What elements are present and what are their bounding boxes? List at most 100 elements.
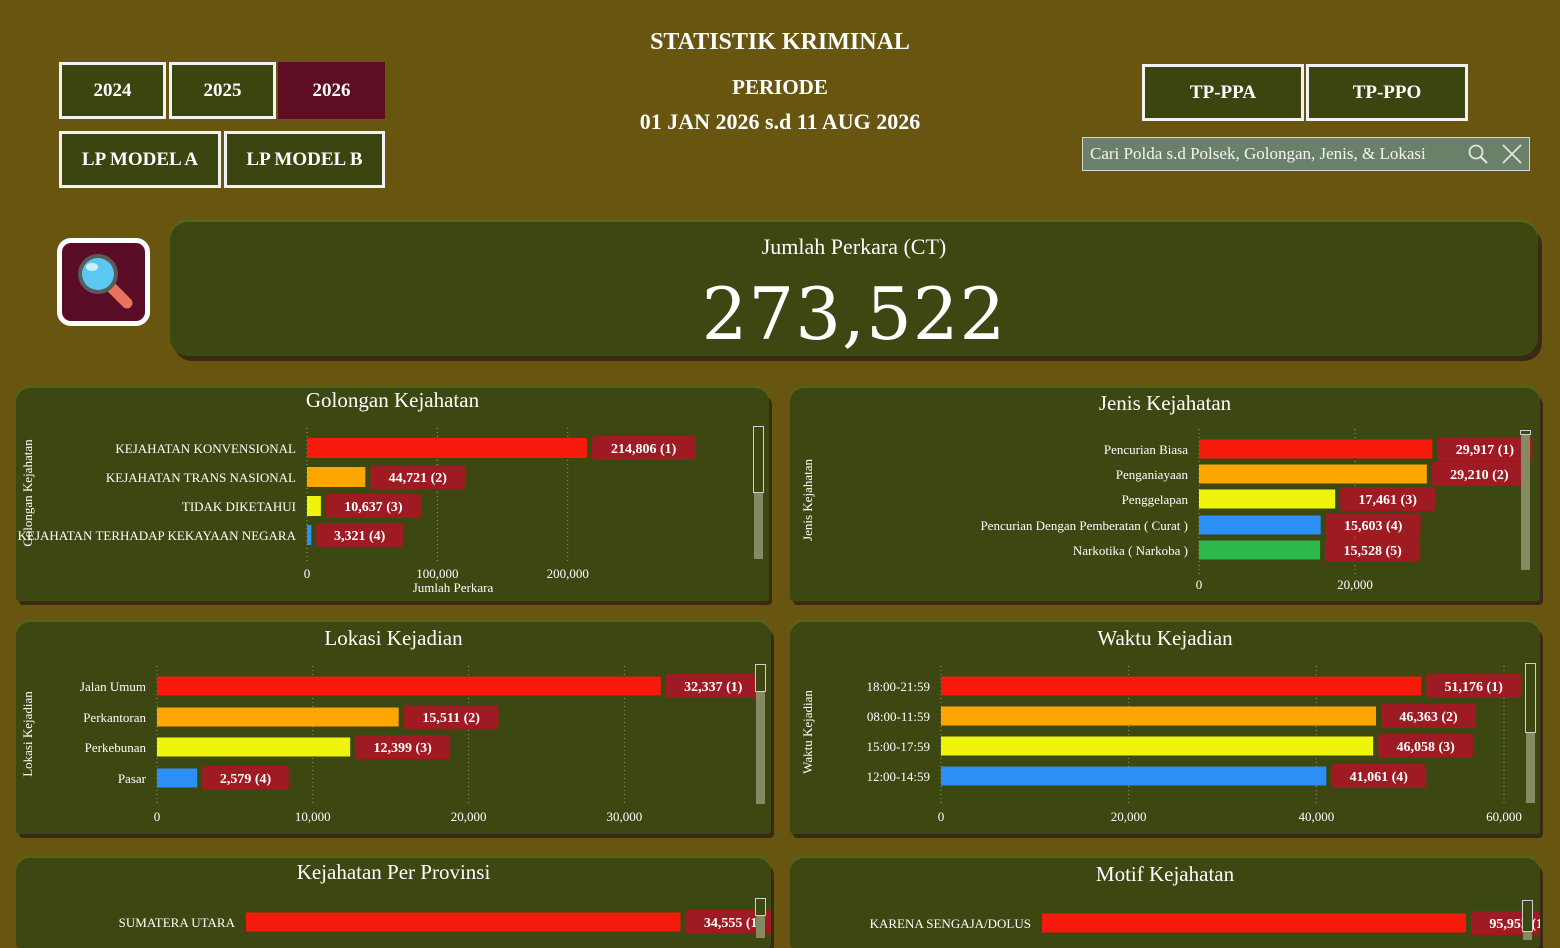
bar[interactable] bbox=[157, 737, 351, 757]
golongan-chart: 0 100,000 200,000 KEJAHATAN KONVENSIONAL 214… bbox=[18, 428, 696, 595]
category-label: Perkebunan bbox=[85, 740, 147, 755]
bar[interactable] bbox=[307, 525, 312, 545]
value-label: 17,461 (3) bbox=[1359, 493, 1418, 508]
value-label: 29,210 (2) bbox=[1450, 468, 1509, 483]
bar[interactable] bbox=[1199, 540, 1321, 560]
x-tick-label: 20,000 bbox=[451, 809, 487, 824]
tp-ppa-button[interactable]: TP-PPA bbox=[1142, 64, 1304, 121]
category-label: KEJAHATAN KONVENSIONAL bbox=[115, 441, 296, 456]
bar[interactable] bbox=[1042, 913, 1467, 933]
value-label: 12,399 (3) bbox=[373, 741, 432, 756]
search-icon[interactable] bbox=[1461, 137, 1495, 171]
x-tick-label: 40,000 bbox=[1298, 809, 1334, 824]
lokasi-scrollbar[interactable] bbox=[755, 664, 766, 804]
x-tick-label: 20,000 bbox=[1111, 809, 1147, 824]
value-label: 46,058 (3) bbox=[1397, 740, 1456, 755]
waktu-scrollbar[interactable] bbox=[1525, 663, 1536, 803]
bar[interactable] bbox=[941, 766, 1327, 786]
clear-icon[interactable] bbox=[1495, 137, 1529, 171]
bar[interactable] bbox=[1199, 515, 1321, 535]
bar[interactable] bbox=[941, 706, 1377, 726]
year-button-2026[interactable]: 2026 bbox=[278, 62, 385, 119]
value-label: 214,806 (1) bbox=[611, 442, 677, 457]
page-title: STATISTIK KRIMINAL bbox=[650, 29, 910, 55]
search-box[interactable]: Cari Polda s.d Polsek, Golongan, Jenis, … bbox=[1082, 137, 1530, 171]
value-label: 34,555 (1) bbox=[704, 916, 763, 931]
provinsi-scrollbar[interactable] bbox=[755, 898, 766, 938]
category-label: 12:00-14:59 bbox=[866, 769, 930, 784]
value-label: 15,511 (2) bbox=[422, 711, 480, 726]
value-label: 44,721 (2) bbox=[389, 471, 448, 486]
x-tick-label: 30,000 bbox=[606, 809, 642, 824]
bar[interactable] bbox=[246, 912, 681, 932]
motif-panel: Motif Kejahatan KARENA SENGAJA/DOLUS 95,9… bbox=[790, 858, 1540, 948]
bar[interactable] bbox=[1199, 464, 1427, 484]
bar[interactable] bbox=[1199, 439, 1433, 459]
category-label: KEJAHATAN TRANS NASIONAL bbox=[106, 470, 296, 485]
bar[interactable] bbox=[307, 496, 321, 516]
category-label: Pasar bbox=[118, 771, 147, 786]
value-label: 2,579 (4) bbox=[220, 772, 272, 787]
value-label: 46,363 (2) bbox=[1399, 710, 1458, 725]
category-label: Pencurian Biasa bbox=[1104, 442, 1188, 457]
y-axis-label: Golongan Kejahatan bbox=[20, 439, 35, 547]
category-label: Jalan Umum bbox=[80, 679, 146, 694]
magnifier-icon bbox=[71, 247, 137, 317]
bar[interactable] bbox=[941, 676, 1422, 696]
x-tick-label: 200,000 bbox=[547, 566, 589, 581]
year-button-2024[interactable]: 2024 bbox=[59, 62, 166, 119]
value-label: 29,917 (1) bbox=[1456, 443, 1515, 458]
bar[interactable] bbox=[1199, 489, 1336, 509]
waktu-chart: 0 20,000 40,000 60,000 18:00-21:59 51,176 (1)… bbox=[800, 666, 1522, 824]
value-label: 3,321 (4) bbox=[334, 529, 386, 544]
bar[interactable] bbox=[941, 736, 1374, 756]
value-label: 15,603 (4) bbox=[1344, 519, 1403, 534]
value-label: 32,337 (1) bbox=[684, 680, 743, 695]
kpi-card: Jumlah Perkara (CT) 273,522 bbox=[170, 222, 1538, 356]
category-label: KEJAHATAN TERHADAP KEKAYAAN NEGARA bbox=[18, 528, 297, 543]
lokasi-chart: 0 10,000 20,000 30,000 Jalan Umum 32,337 (1) P… bbox=[20, 666, 761, 824]
x-tick-label: 100,000 bbox=[416, 566, 458, 581]
lp-model-a-button[interactable]: LP MODEL A bbox=[59, 131, 221, 188]
bar[interactable] bbox=[157, 707, 399, 727]
provinsi-panel: Kejahatan Per Provinsi SUMATERA UTARA 34,… bbox=[16, 858, 771, 948]
x-tick-label: 10,000 bbox=[295, 809, 331, 824]
golongan-scrollbar[interactable] bbox=[753, 426, 764, 559]
jenis-panel: Jenis Kejahatan 0 20,000 Pencurian Biasa 29… bbox=[790, 388, 1540, 601]
bar[interactable] bbox=[307, 438, 588, 458]
search-input[interactable]: Cari Polda s.d Polsek, Golongan, Jenis, … bbox=[1083, 144, 1461, 164]
tp-ppo-button[interactable]: TP-PPO bbox=[1306, 64, 1468, 121]
motif-scrollbar[interactable] bbox=[1522, 900, 1533, 940]
golongan-panel: Golongan Kejahatan 0 100,000 200,000 KEJAHA… bbox=[16, 388, 769, 601]
year-button-2025[interactable]: 2025 bbox=[169, 62, 276, 119]
magnifier-button[interactable] bbox=[57, 238, 150, 326]
y-axis-label: Waktu Kejadian bbox=[800, 690, 815, 774]
bar[interactable] bbox=[157, 676, 661, 696]
category-label: TIDAK DIKETAHUI bbox=[182, 499, 296, 514]
x-tick-label: 0 bbox=[1196, 577, 1203, 592]
category-label: 18:00-21:59 bbox=[866, 679, 930, 694]
bar[interactable] bbox=[307, 467, 366, 487]
category-label: Pencurian Dengan Pemberatan ( Curat ) bbox=[980, 518, 1188, 533]
x-tick-label: 0 bbox=[154, 809, 161, 824]
waktu-panel: Waktu Kejadian 0 20,000 40,000 60,000 18:00-… bbox=[790, 622, 1540, 834]
category-label: Penganiayaan bbox=[1116, 467, 1189, 482]
jenis-scrollbar[interactable] bbox=[1520, 430, 1531, 570]
category-label: Perkantoran bbox=[83, 710, 146, 725]
y-axis-label: Jenis Kejahatan bbox=[800, 459, 815, 541]
bar[interactable] bbox=[157, 768, 198, 788]
kpi-value: 273,522 bbox=[701, 272, 1007, 356]
category-label: Narkotika ( Narkoba ) bbox=[1073, 543, 1188, 558]
category-label: 08:00-11:59 bbox=[867, 709, 930, 724]
lp-model-b-button[interactable]: LP MODEL B bbox=[224, 131, 385, 188]
motif-chart: KARENA SENGAJA/DOLUS95,952 (1) bbox=[870, 911, 1540, 935]
value-label: 51,176 (1) bbox=[1445, 680, 1504, 695]
y-axis-label: Lokasi Kejadian bbox=[20, 691, 35, 777]
jenis-chart: 0 20,000 Pencurian Biasa 29,917 (1) Pengania… bbox=[800, 429, 1533, 592]
x-tick-label: 0 bbox=[304, 566, 311, 581]
category-label: 15:00-17:59 bbox=[866, 739, 930, 754]
kpi-label: Jumlah Perkara (CT) bbox=[761, 234, 947, 259]
provinsi-chart: SUMATERA UTARA 34,555 (1) bbox=[119, 910, 771, 934]
category-label: KARENA SENGAJA/DOLUS bbox=[870, 916, 1031, 931]
x-tick-label: 60,000 bbox=[1486, 809, 1522, 824]
